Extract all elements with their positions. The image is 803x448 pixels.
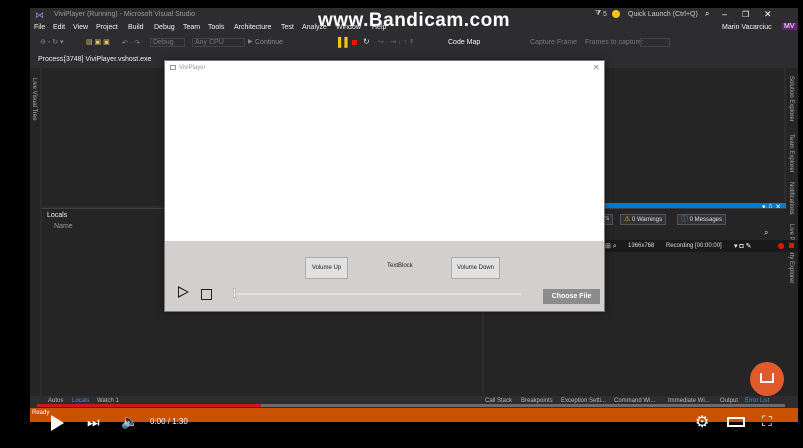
video-frame: ⋈ ViviPlayer (Running) - Microsoft Visua… — [0, 0, 803, 448]
process-label: Process: — [38, 56, 66, 63]
locals-name-column[interactable]: Name — [54, 223, 73, 230]
volume-down-button[interactable]: Volume Down — [451, 257, 500, 279]
locals-title: Locals — [47, 212, 68, 219]
viviplayer-close-icon[interactable]: ✕ — [593, 63, 600, 72]
user-avatar[interactable]: MV — [782, 23, 797, 30]
stop-icon[interactable] — [352, 40, 357, 45]
feedback-smiley-icon[interactable] — [612, 10, 620, 18]
screen-icon[interactable]: ⊞ ⌕ — [605, 242, 617, 251]
menu-view[interactable]: View — [73, 24, 88, 31]
menu-tools[interactable]: Tools — [208, 24, 224, 31]
quick-launch[interactable]: Quick Launch (Ctrl+Q) — [628, 11, 698, 18]
platform-select[interactable]: Any CPU — [192, 38, 245, 47]
capture-frame-button[interactable]: Capture Frame — [530, 39, 577, 46]
volume-up-button[interactable]: Volume Up — [305, 257, 348, 279]
vs-toolbar: ⊖ ◦ ↻ ▾ ▤ ▣ ▣ ↶ · ↷ Debug Any CPU ▶ Cont… — [30, 35, 798, 51]
yt-fullscreen-icon[interactable]: ⛶ — [762, 413, 772, 430]
menu-project[interactable]: Project — [96, 24, 118, 31]
yt-settings-gear-icon[interactable]: ⚙ — [695, 412, 709, 432]
bandicam-watermark: www.Bandicam.com — [318, 10, 511, 31]
video-progress-fill — [37, 404, 262, 407]
channel-logo[interactable] — [750, 362, 784, 396]
textblock-label: TextBlock — [387, 263, 413, 269]
viviplayer-window: ViviPlayer ✕ Volume Up TextBlock Volume … — [164, 60, 605, 312]
yt-play-icon[interactable] — [51, 415, 64, 431]
notifications-tab[interactable]: Notifications — [788, 182, 794, 215]
yt-time: 0:00 / 1:30 — [150, 417, 188, 426]
warnings-count: 0 Warnings — [631, 217, 663, 223]
viviplayer-title: ViviPlayer — [179, 65, 206, 71]
logo-shape-icon — [760, 373, 774, 383]
vs-logo-icon: ⋈ — [35, 10, 44, 20]
menu-build[interactable]: Build — [128, 24, 144, 31]
restart-icon[interactable]: ↻ — [363, 37, 370, 46]
seek-slider[interactable] — [233, 293, 521, 295]
menu-architecture[interactable]: Architecture — [234, 24, 271, 31]
continue-button[interactable]: Continue — [255, 39, 283, 46]
notification-count: 5 — [603, 11, 607, 18]
frames-to-capture-label: Frames to capture: — [585, 39, 644, 46]
minimize-icon[interactable]: – — [722, 9, 727, 19]
close-icon[interactable]: ✕ — [764, 9, 772, 20]
back-icon[interactable]: ⊖ ◦ ↻ ▾ — [40, 38, 64, 46]
player-controls-panel: Volume Up TextBlock Volume Down Choose F… — [165, 241, 604, 311]
save-icon[interactable]: ▤ ▣ ▣ — [86, 38, 110, 46]
seek-slider-thumb[interactable] — [233, 288, 236, 298]
step-icons[interactable]: ↪ · ⇥ ↓ ↑ ↟ — [378, 38, 415, 46]
menu-edit[interactable]: Edit — [53, 24, 65, 31]
menu-debug[interactable]: Debug — [154, 24, 175, 31]
yt-theater-icon[interactable] — [727, 417, 745, 427]
info-icon: ⓘ — [681, 216, 688, 223]
messages-count: 0 Messages — [689, 217, 723, 223]
app-icon — [170, 65, 176, 70]
left-tool-strip: Live Visual Tree — [30, 68, 40, 398]
choose-file-button[interactable]: Choose File — [543, 289, 600, 304]
bandicam-recording-bar: ⊞ ⌕ 1366x768 Recording [00:00:00] ▾ ◘ ✎ — [602, 240, 798, 252]
camera-icon[interactable]: ▾ ◘ ✎ — [734, 242, 752, 250]
stop-record-icon[interactable] — [789, 243, 794, 248]
process-select[interactable]: [3748] ViviPlayer.vshost.exe — [64, 56, 151, 63]
search-icon[interactable]: ⌕ — [705, 9, 709, 19]
break-all-icon[interactable]: ▌▌ — [338, 37, 351, 47]
warnings-filter[interactable]: ⚠ 0 Warnings — [620, 214, 667, 225]
recording-resolution: 1366x768 — [628, 243, 655, 249]
right-tool-strip: Solution Explorer Team Explorer Notifica… — [786, 68, 798, 398]
recording-status: Recording [00:00:00] — [666, 243, 722, 249]
undo-icon[interactable]: ↶ · ↷ — [122, 39, 140, 47]
vs-window-title: ViviPlayer (Running) - Microsoft Visual … — [54, 11, 195, 18]
menu-file[interactable]: File — [34, 24, 45, 31]
yt-volume-icon[interactable]: 🔈 — [121, 413, 138, 430]
viviplayer-titlebar: ViviPlayer ✕ — [165, 61, 604, 75]
config-select[interactable]: Debug — [150, 38, 185, 47]
solution-explorer-tab[interactable]: Solution Explorer — [788, 76, 794, 122]
filter-icon[interactable]: ⧩ — [595, 10, 601, 18]
stop-button-icon[interactable] — [201, 289, 212, 300]
error-search-icon[interactable]: ⌕ — [764, 228, 768, 238]
user-name[interactable]: Marin Vacarciuc — [722, 24, 772, 31]
continue-play-icon[interactable]: ▶ — [248, 38, 253, 45]
warning-icon: ⚠ — [624, 216, 631, 223]
restore-icon[interactable]: ❐ — [742, 10, 749, 19]
yt-next-icon[interactable]: ⏭ — [87, 414, 100, 431]
media-display-area — [165, 75, 604, 241]
record-dot-icon[interactable] — [778, 243, 784, 249]
frames-to-capture-input[interactable] — [640, 38, 670, 47]
code-map-button[interactable]: Code Map — [448, 39, 480, 46]
messages-filter[interactable]: ⓘ 0 Messages — [677, 214, 727, 225]
menu-team[interactable]: Team — [183, 24, 200, 31]
menu-test[interactable]: Test — [281, 24, 294, 31]
team-explorer-tab[interactable]: Team Explorer — [788, 134, 794, 173]
play-icon-inner — [179, 288, 187, 296]
live-property-explorer-tab[interactable]: Live Property Explorer — [788, 224, 794, 283]
live-visual-tree-tab[interactable]: Live Visual Tree — [31, 78, 37, 121]
video-player-controls: ⏭ 🔈 0:00 / 1:30 ⚙ ⛶ — [37, 410, 785, 438]
